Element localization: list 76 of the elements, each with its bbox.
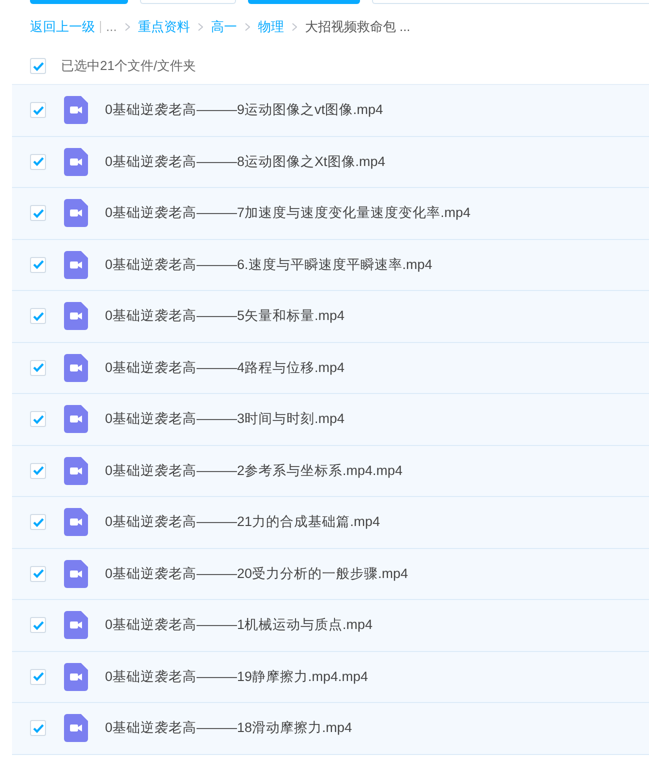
selection-count: 已选中21个文件/文件夹 <box>61 57 196 76</box>
video-file-icon <box>64 456 88 485</box>
video-file-icon <box>64 302 88 330</box>
file-name[interactable]: 0基础逆袭老高———18滑动摩擦力.mp4 <box>105 718 352 738</box>
file-row[interactable]: 0基础逆袭老高———6.速度与平瞬速度平瞬速率.mp4 <box>12 240 649 291</box>
file-name[interactable]: 0基础逆袭老高———4路程与位移.mp4 <box>105 358 345 378</box>
chevron-icon <box>198 23 203 31</box>
checkbox[interactable] <box>30 58 46 74</box>
video-file-icon <box>64 148 88 176</box>
file-name[interactable]: 0基础逆袭老高———21力的合成基础篇.mp4 <box>105 512 380 532</box>
checkbox[interactable] <box>30 462 46 479</box>
file-name[interactable]: 0基础逆袭老高———2参考系与坐标系.mp4.mp4 <box>105 460 403 481</box>
file-name[interactable]: 0基础逆袭老高———8运动图像之Xt图像.mp4 <box>105 152 386 172</box>
check-icon <box>32 62 44 70</box>
check-icon <box>32 414 44 424</box>
file-row[interactable]: 0基础逆袭老高———20受力分析的一般步骤.mp4 <box>12 548 649 600</box>
file-name[interactable]: 0基础逆袭老高———9运动图像之vt图像.mp4 <box>105 100 384 120</box>
video-file-icon <box>64 662 88 691</box>
check-icon <box>32 260 44 270</box>
check-icon <box>32 518 44 527</box>
check-icon <box>32 672 44 682</box>
file-row[interactable]: 0基础逆袭老高———7加速度与速度变化量速度变化率.mp4 <box>12 188 649 240</box>
checkbox[interactable] <box>30 514 46 530</box>
check-icon <box>32 106 44 115</box>
checkbox[interactable] <box>30 154 46 170</box>
checkbox[interactable] <box>30 720 46 736</box>
file-row[interactable]: 0基础逆袭老高———5矢量和标量.mp4 <box>12 291 649 342</box>
chevron-icon <box>292 23 297 31</box>
checkbox[interactable] <box>30 617 46 634</box>
file-name[interactable]: 0基础逆袭老高———1机械运动与质点.mp4 <box>105 615 373 636</box>
checkbox[interactable] <box>30 411 46 428</box>
video-file-icon <box>64 354 88 382</box>
file-name[interactable]: 0基础逆袭老高———20受力分析的一般步骤.mp4 <box>105 564 408 584</box>
file-row[interactable]: 0基础逆袭老高———1机械运动与质点.mp4 <box>12 600 649 652</box>
checkbox[interactable] <box>30 256 46 273</box>
check-icon <box>32 620 44 630</box>
check-icon <box>32 208 44 218</box>
video-file-icon <box>64 508 88 536</box>
checkbox[interactable] <box>30 566 46 582</box>
file-row[interactable]: 0基础逆袭老高———9运动图像之vt图像.mp4 <box>12 85 649 136</box>
check-icon <box>32 466 44 476</box>
check-icon <box>32 312 44 321</box>
chevron-icon <box>244 23 250 31</box>
video-file-icon <box>64 199 88 228</box>
file-row[interactable]: 0基础逆袭老高———2参考系与坐标系.mp4.mp4 <box>12 446 649 497</box>
file-row[interactable]: 0基础逆袭老高———19静摩擦力.mp4.mp4 <box>12 652 649 703</box>
video-file-icon <box>64 405 88 434</box>
checkbox[interactable] <box>30 102 46 118</box>
video-file-icon <box>64 560 88 588</box>
search-field[interactable] <box>372 0 649 4</box>
file-row[interactable]: 0基础逆袭老高———4路程与位移.mp4 <box>12 342 649 394</box>
video-file-icon <box>64 714 88 742</box>
file-row[interactable]: 0基础逆袭老高———18滑动摩擦力.mp4 <box>12 703 649 754</box>
file-name[interactable]: 0基础逆袭老高———5矢量和标量.mp4 <box>105 306 345 326</box>
check-icon <box>32 724 44 733</box>
checkbox[interactable] <box>30 308 46 324</box>
file-name[interactable]: 0基础逆袭老高———6.速度与平瞬速度平瞬速率.mp4 <box>105 254 432 275</box>
breadcrumb-ellipsis[interactable]: ... <box>106 17 117 37</box>
video-file-icon <box>64 250 88 279</box>
check-icon <box>32 363 44 372</box>
file-name[interactable]: 0基础逆袭老高———19静摩擦力.mp4.mp4 <box>105 666 368 687</box>
checkbox[interactable] <box>30 360 46 376</box>
toolbar-button[interactable] <box>140 0 236 4</box>
file-row[interactable]: 0基础逆袭老高———21力的合成基础篇.mp4 <box>12 497 649 548</box>
video-file-icon <box>64 96 88 124</box>
checkbox[interactable] <box>30 668 46 685</box>
checkbox[interactable] <box>30 205 46 222</box>
file-row[interactable]: 0基础逆袭老高———3时间与时刻.mp4 <box>12 394 649 446</box>
check-icon <box>32 569 44 578</box>
file-name[interactable]: 0基础逆袭老高———7加速度与速度变化量速度变化率.mp4 <box>105 203 471 224</box>
video-file-icon <box>64 611 88 640</box>
file-row[interactable]: 0基础逆袭老高———8运动图像之Xt图像.mp4 <box>12 136 649 188</box>
check-icon <box>32 157 44 166</box>
chevron-icon <box>124 23 130 31</box>
breadcrumb-current: 大招视频救命包 ... <box>304 18 410 36</box>
file-name[interactable]: 0基础逆袭老高———3时间与时刻.mp4 <box>105 409 345 430</box>
